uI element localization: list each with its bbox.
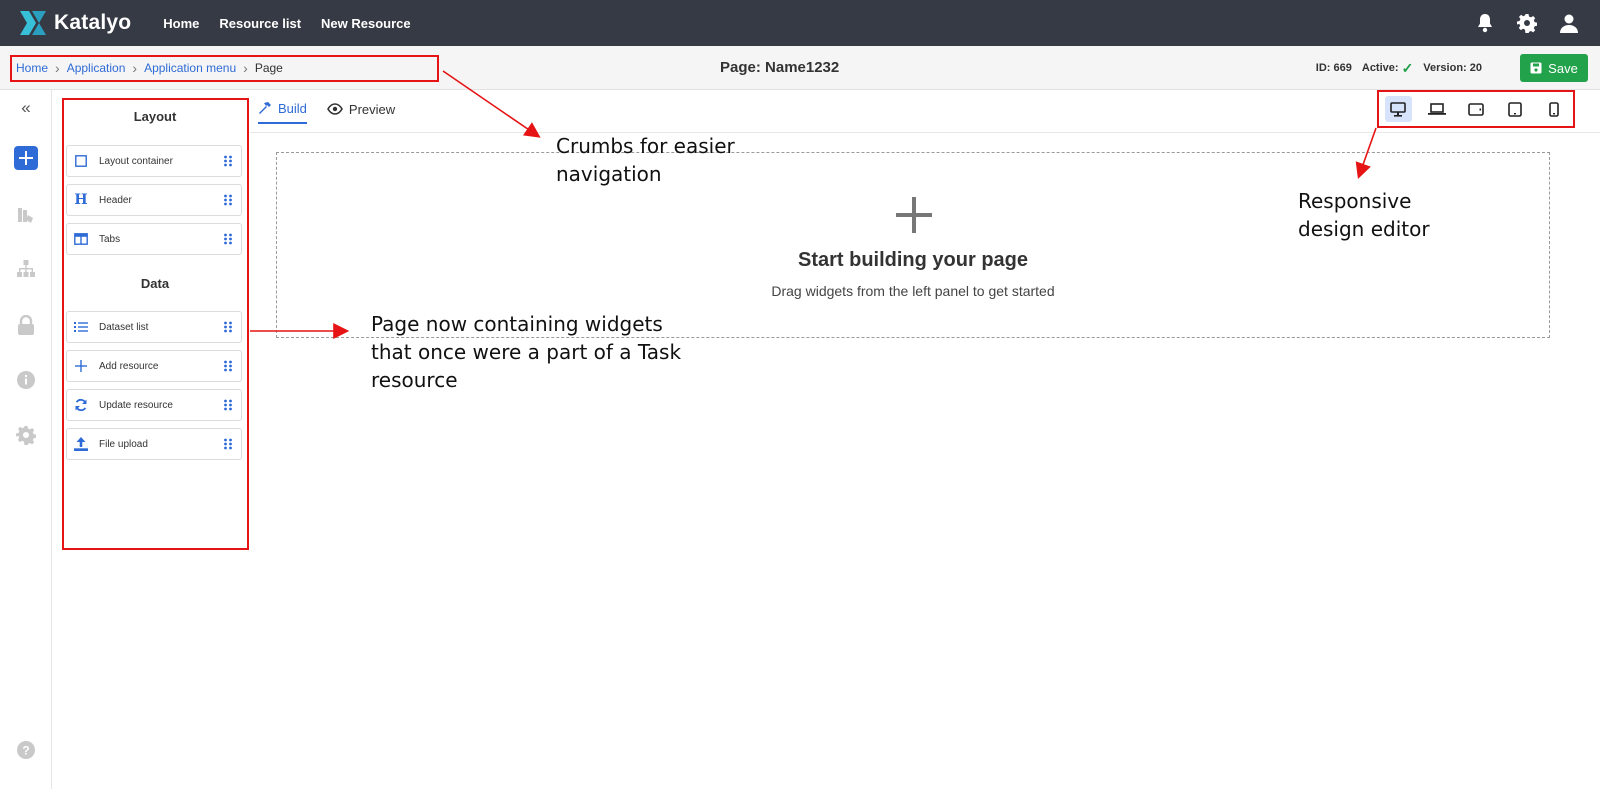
- bell-icon[interactable]: [1474, 12, 1496, 34]
- annotation-widgets: Page now containing widgets that once we…: [371, 310, 681, 394]
- devices-highlight: [1377, 90, 1575, 128]
- annotation-line: design editor: [1298, 217, 1430, 241]
- tab-build[interactable]: Build: [258, 94, 307, 124]
- dropzone-subtitle: Drag widgets from the left panel to get …: [771, 283, 1055, 299]
- dropzone-title: Start building your page: [797, 249, 1028, 271]
- widgets-panel-highlight: [62, 98, 249, 550]
- brand[interactable]: Katalyo: [18, 9, 131, 37]
- tab-build-label: Build: [278, 100, 307, 116]
- page-id: ID: 669: [1315, 62, 1352, 74]
- brand-name: Katalyo: [54, 11, 132, 34]
- top-navbar: Katalyo Home Resource list New Resource: [0, 0, 1600, 46]
- annotation-line: Responsive: [1298, 189, 1412, 213]
- nav-link-home[interactable]: Home: [163, 16, 199, 31]
- help-icon[interactable]: ?: [0, 735, 52, 765]
- check-icon: ✓: [1401, 59, 1414, 76]
- resources-icon[interactable]: [0, 200, 52, 230]
- build-preview-tabs: Build Preview: [258, 90, 415, 128]
- nav-link-new-resource[interactable]: New Resource: [321, 16, 411, 31]
- hammer-icon: [259, 102, 271, 114]
- floppy-disk-icon: [1530, 62, 1542, 74]
- annotation-line: Crumbs for easier: [556, 134, 735, 158]
- icon-rail: « ?: [0, 90, 52, 789]
- page-meta: ID: 669 Active: ✓ Version: 20: [1306, 46, 1482, 90]
- annotation-responsive: Responsive design editor: [1298, 187, 1430, 243]
- breadcrumb-highlight: [10, 55, 439, 82]
- info-icon[interactable]: [0, 365, 52, 395]
- tab-preview-label: Preview: [348, 101, 396, 117]
- annotation-line: that once were a part of a Task: [371, 340, 682, 364]
- tab-preview[interactable]: Preview: [327, 94, 395, 124]
- collapse-panel-icon[interactable]: «: [0, 93, 52, 123]
- page-version: Version: 20: [1423, 62, 1482, 74]
- katalyo-logo-icon: [20, 11, 46, 35]
- annotation-line: resource: [371, 368, 458, 392]
- nav-link-resource-list[interactable]: Resource list: [219, 16, 301, 31]
- lock-icon[interactable]: [0, 310, 52, 340]
- gear-icon[interactable]: [1516, 12, 1538, 34]
- save-button-label: Save: [1548, 60, 1578, 76]
- user-icon[interactable]: [1558, 12, 1580, 34]
- eye-icon: [327, 103, 343, 115]
- annotation-line: Page now containing widgets: [371, 312, 663, 336]
- settings-icon[interactable]: [0, 420, 52, 450]
- annotation-crumbs: Crumbs for easier navigation: [556, 132, 735, 188]
- nav-links: Home Resource list New Resource: [163, 16, 430, 31]
- annotation-line: navigation: [556, 162, 662, 186]
- add-icon[interactable]: [0, 143, 52, 173]
- plus-icon: [896, 197, 932, 233]
- nav-right: [1474, 0, 1600, 46]
- svg-text:?: ?: [22, 744, 29, 758]
- active-label: Active:: [1361, 62, 1399, 74]
- save-button[interactable]: Save: [1520, 54, 1588, 82]
- app-frame: Katalyo Home Resource list New Resource …: [0, 0, 1600, 789]
- tabs-divider: [250, 132, 1600, 133]
- sitemap-icon[interactable]: [0, 254, 52, 284]
- page-title: Page: Name1232: [720, 59, 840, 76]
